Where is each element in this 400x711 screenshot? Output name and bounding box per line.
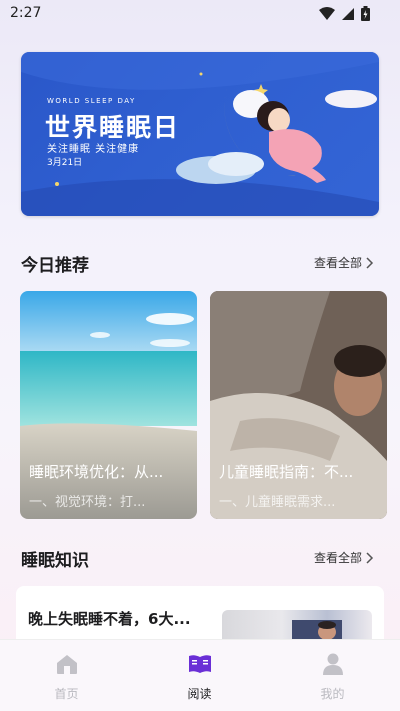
home-icon xyxy=(57,655,77,674)
recommend-card-1[interactable]: 睡眠环境优化：从... 一、视觉环境：打... xyxy=(20,291,197,519)
recommend-see-all-button[interactable]: 查看全部 xyxy=(314,254,374,271)
status-time: 2:27 xyxy=(10,5,42,21)
bottom-tab-bar: 首页 阅读 我的 xyxy=(0,639,400,711)
signal-icon xyxy=(342,7,354,20)
world-sleep-day-banner[interactable]: WORLD SLEEP DAY 世界睡眠日 关注睡眠 关注健康 3月21日 xyxy=(21,52,379,216)
sleeping-man-image xyxy=(210,291,387,519)
banner-slogan: 关注睡眠 关注健康 xyxy=(47,144,140,155)
status-icons xyxy=(319,6,370,21)
card-description: 一、视觉环境：打... xyxy=(29,495,146,510)
tab-label: 阅读 xyxy=(187,687,212,701)
banner-subtitle: WORLD SLEEP DAY xyxy=(47,97,136,105)
article-title: 晚上失眠睡不着，6大... xyxy=(28,610,191,628)
profile-icon xyxy=(323,653,343,675)
battery-icon xyxy=(361,6,370,21)
chevron-right-icon xyxy=(366,256,374,269)
book-icon xyxy=(189,655,211,673)
tab-reading[interactable]: 阅读 xyxy=(133,640,266,711)
tab-label: 首页 xyxy=(54,687,79,701)
beach-image xyxy=(20,291,197,519)
knowledge-section-title: 睡眠知识 xyxy=(21,551,89,571)
knowledge-see-all-label: 查看全部 xyxy=(314,551,363,565)
chevron-right-icon xyxy=(366,551,374,564)
recommend-card-2[interactable]: 儿童睡眠指南：不... 一、儿童睡眠需求... xyxy=(210,291,387,519)
tab-label: 我的 xyxy=(320,687,345,701)
recommend-section-title: 今日推荐 xyxy=(21,256,89,276)
status-bar: 2:27 xyxy=(0,0,400,28)
card-title: 睡眠环境优化：从... xyxy=(29,463,164,481)
tab-profile[interactable]: 我的 xyxy=(266,640,399,711)
wifi-icon xyxy=(319,6,335,20)
knowledge-see-all-button[interactable]: 查看全部 xyxy=(314,549,374,566)
banner-date: 3月21日 xyxy=(47,158,83,168)
recommend-see-all-label: 查看全部 xyxy=(314,256,363,270)
card-description: 一、儿童睡眠需求... xyxy=(219,495,336,510)
banner-title: 世界睡眠日 xyxy=(45,113,181,142)
tab-home[interactable]: 首页 xyxy=(0,640,133,711)
card-title: 儿童睡眠指南：不... xyxy=(219,463,354,481)
